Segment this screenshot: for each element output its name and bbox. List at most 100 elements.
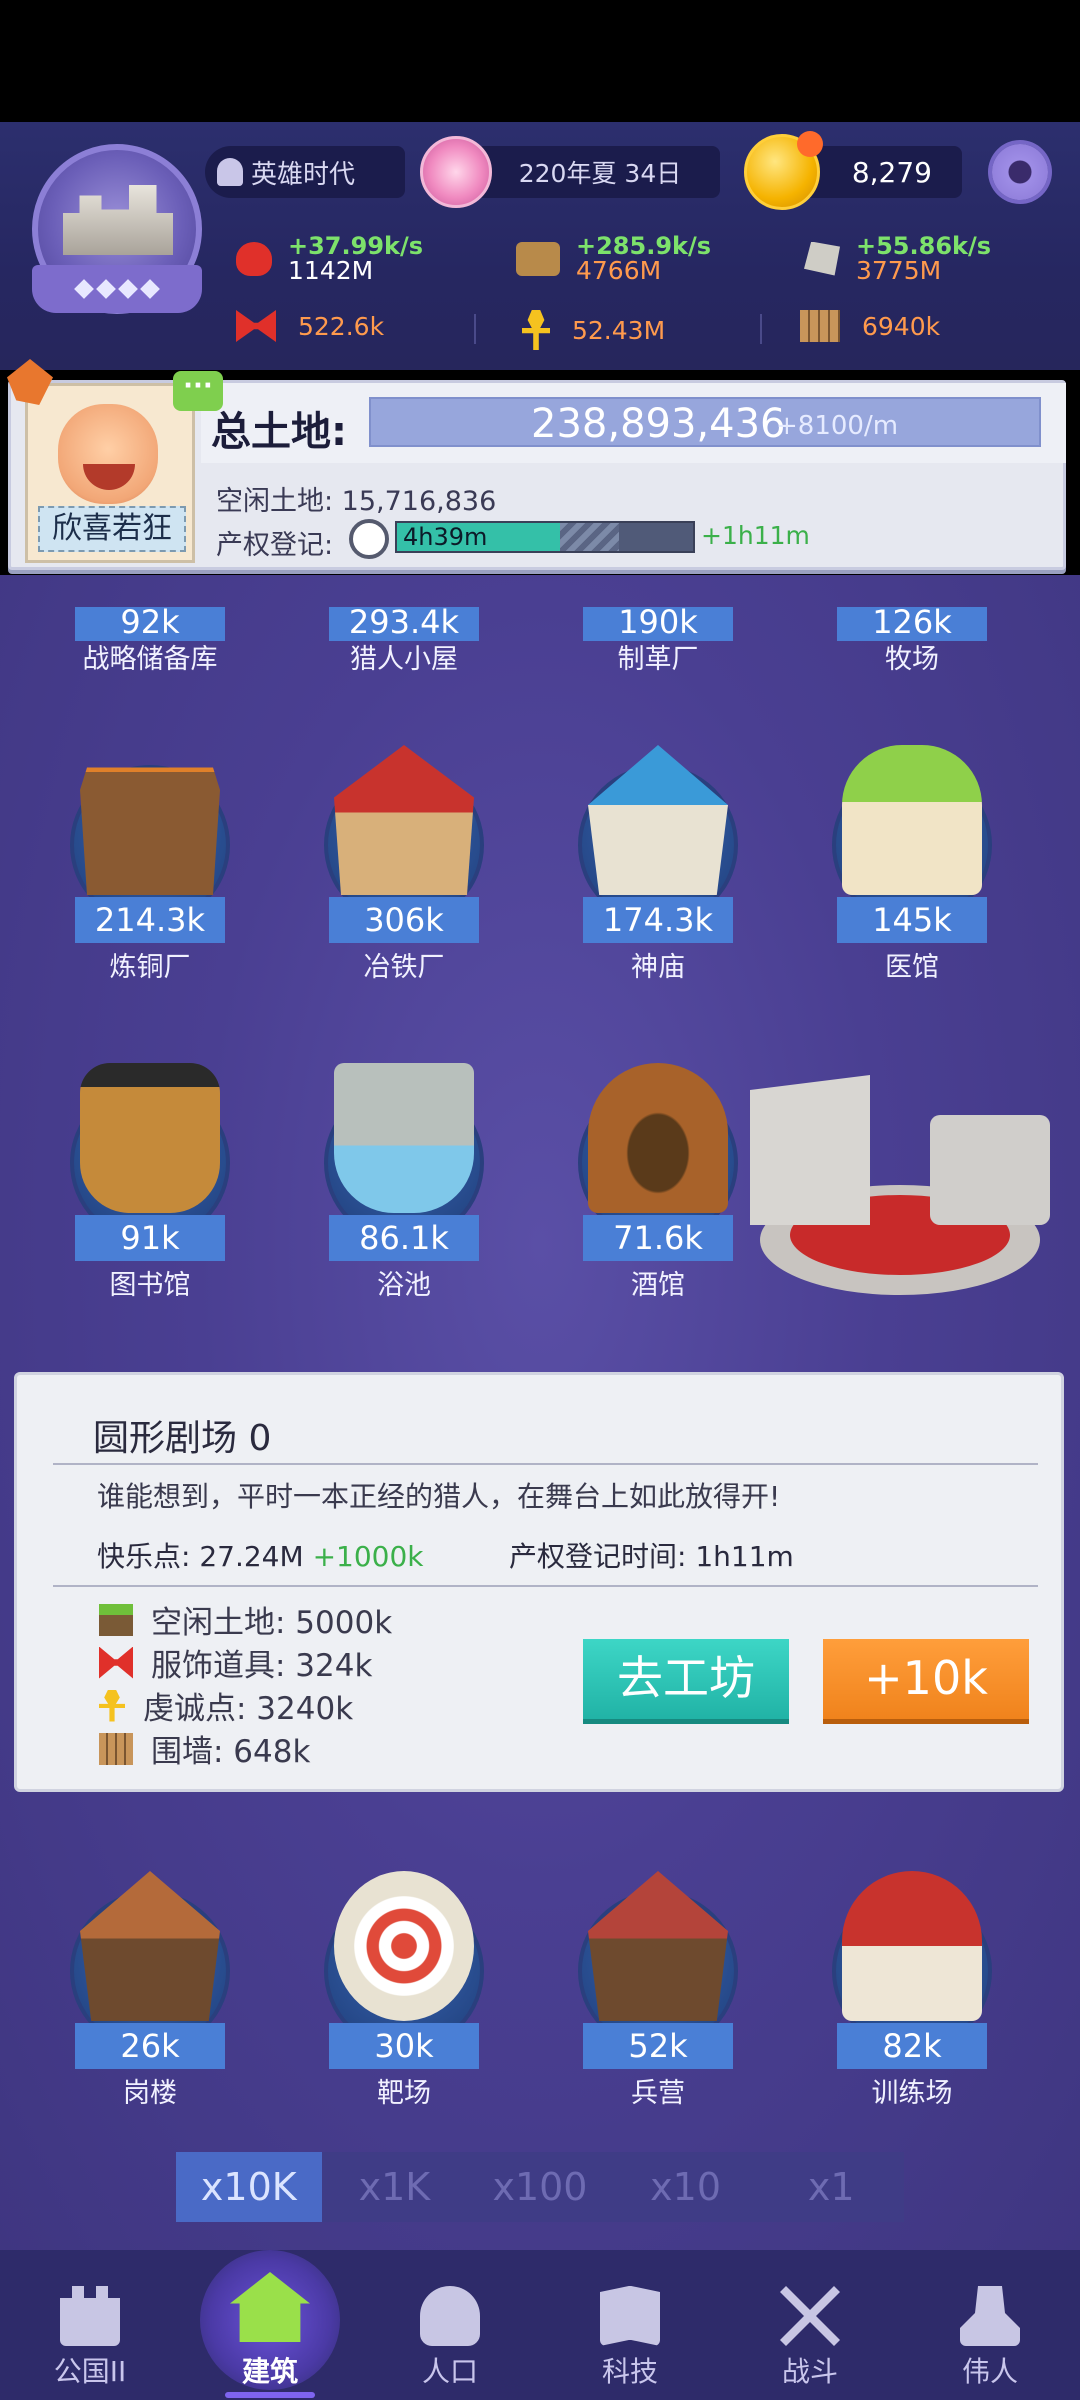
- castle-icon: [63, 185, 173, 255]
- ruler-portrait[interactable]: 欣喜若狂: [25, 383, 195, 563]
- gear-icon[interactable]: [992, 144, 1048, 200]
- stone-icon: [804, 241, 840, 276]
- wood-amount: 4766M: [576, 256, 662, 285]
- wood-icon: [516, 241, 560, 276]
- nav-label: 战斗: [781, 2355, 838, 2388]
- building-archery-range[interactable]: 30k 靶场: [304, 1851, 504, 2109]
- workshop-button[interactable]: 去工坊: [583, 1639, 789, 1719]
- build-plus-button[interactable]: +10k: [823, 1639, 1029, 1719]
- cost-row: 空闲土地: 5000k: [99, 1597, 392, 1642]
- multiplier-x10[interactable]: x10: [613, 2152, 759, 2222]
- coin-icon[interactable]: [744, 131, 823, 210]
- building-pasture[interactable]: 126k 牧场: [812, 606, 1012, 725]
- wood-rate: +285.9k/s: [576, 232, 712, 260]
- resource-header: 英雄时代 220年夏 34日 8,279 +37.99k/s 1142M +28…: [0, 122, 1080, 370]
- nav-buildings[interactable]: 建筑: [180, 2250, 360, 2400]
- nav-great-people[interactable]: 伟人: [900, 2250, 1080, 2400]
- registration-time: 4h39m: [403, 523, 488, 551]
- building-value: 174.3k: [583, 897, 733, 943]
- cost-text: 服饰道具: 324k: [151, 1648, 373, 1684]
- building-label: 神庙: [631, 952, 685, 983]
- total-land-value: 238,893,436: [531, 401, 786, 447]
- building-watchtower[interactable]: 26k 岗楼: [50, 1851, 250, 2109]
- wall-amount: 6940k: [862, 311, 941, 341]
- bowtie-icon: [99, 1646, 133, 1679]
- city-badge[interactable]: [32, 144, 202, 314]
- building-label: 酒馆: [631, 1270, 685, 1301]
- building-tannery[interactable]: 190k 制革厂: [558, 606, 758, 725]
- building-value: 145k: [837, 897, 987, 943]
- total-land-bar: 238,893,436 +8100/m: [369, 397, 1041, 447]
- stone-amount: 3775M: [856, 256, 942, 285]
- building-value: 126k: [837, 606, 987, 641]
- costume-amount: 522.6k: [298, 311, 385, 341]
- building-label: 岗楼: [123, 2078, 177, 2109]
- building-value: 52k: [583, 2023, 733, 2069]
- clinic-icon: [842, 745, 982, 895]
- fence-icon: [800, 310, 840, 342]
- idle-land: 空闲土地: 15,716,836: [216, 486, 497, 517]
- multiplier-x10k[interactable]: x10K: [176, 2152, 322, 2222]
- building-value: 26k: [75, 2023, 225, 2069]
- building-library[interactable]: 91k 图书馆: [50, 1043, 250, 1301]
- building-value: 190k: [583, 606, 733, 641]
- info-title: 圆形剧场 0: [93, 1418, 272, 1459]
- info-description: 谁能想到，平时一本正经的猎人，在舞台上如此放得开!: [97, 1480, 781, 1513]
- building-copper-smelter[interactable]: 214.3k 炼铜厂: [50, 725, 250, 983]
- nav-label: 伟人: [961, 2355, 1018, 2388]
- amphitheater-preview[interactable]: [740, 1055, 1060, 1295]
- copper-smelter-icon: [80, 767, 220, 895]
- person-icon: [420, 2286, 480, 2346]
- ankh-icon: [99, 1689, 125, 1722]
- multiplier-selector: x10K x1K x100 x10 x1: [176, 2152, 904, 2222]
- building-hunter-hut[interactable]: 293.4k 猎人小屋: [304, 606, 504, 725]
- cost-row: 虔诚点: 3240k: [99, 1683, 353, 1728]
- building-label: 炼铜厂: [109, 952, 191, 983]
- cost-text: 空闲土地: 5000k: [151, 1605, 393, 1641]
- building-value: 30k: [329, 2023, 479, 2069]
- building-label: 兵营: [631, 2078, 685, 2109]
- lotus-icon[interactable]: [420, 136, 492, 208]
- building-value: 92k: [75, 606, 225, 641]
- building-tavern[interactable]: 71.6k 酒馆: [558, 1043, 758, 1301]
- swords-icon: [780, 2286, 840, 2346]
- nav-duchy[interactable]: 公国II: [0, 2250, 180, 2400]
- building-value: 86.1k: [329, 1215, 479, 1261]
- watchtower-icon: [80, 1871, 220, 2021]
- building-bathhouse[interactable]: 86.1k 浴池: [304, 1043, 504, 1301]
- faith-amount: 52.43M: [572, 315, 666, 345]
- bust-icon: [960, 2286, 1020, 2346]
- multiplier-x100[interactable]: x100: [467, 2152, 613, 2222]
- apple-icon: [236, 241, 272, 276]
- resource-wood: +285.9k/s 4766M: [516, 234, 711, 283]
- multiplier-x1k[interactable]: x1K: [322, 2152, 468, 2222]
- nav-technology[interactable]: 科技: [540, 2250, 720, 2400]
- resource-costume: 522.6k: [236, 310, 384, 342]
- nav-battle[interactable]: 战斗: [720, 2250, 900, 2400]
- clock-icon: [349, 519, 389, 559]
- info-registration-time: 产权登记时间: 1h11m: [509, 1540, 794, 1573]
- building-barracks[interactable]: 52k 兵营: [558, 1851, 758, 2109]
- resource-wall: 6940k: [800, 310, 940, 342]
- target-icon: [334, 1871, 474, 2021]
- ankh-icon: [522, 310, 550, 350]
- building-value: 306k: [329, 897, 479, 943]
- building-training-ground[interactable]: 82k 训练场: [812, 1851, 1012, 2109]
- building-clinic[interactable]: 145k 医馆: [812, 725, 1012, 983]
- building-strategic-reserve[interactable]: 92k 战略储备库: [50, 606, 250, 725]
- cost-row: 围墙: 648k: [99, 1726, 310, 1771]
- multiplier-x1[interactable]: x1: [758, 2152, 904, 2222]
- building-temple[interactable]: 174.3k 神庙: [558, 725, 758, 983]
- era-pill[interactable]: 英雄时代: [205, 146, 405, 198]
- bowtie-icon: [236, 310, 276, 342]
- building-label: 训练场: [871, 2078, 953, 2109]
- building-value: 82k: [837, 2023, 987, 2069]
- resource-faith: 52.43M: [522, 310, 665, 350]
- food-amount: 1142M: [288, 256, 374, 285]
- stone-rate: +55.86k/s: [856, 232, 992, 260]
- building-info-panel: 圆形剧场 0 谁能想到，平时一本正经的猎人，在舞台上如此放得开! 快乐点: 27…: [14, 1372, 1064, 1792]
- info-happiness: 快乐点: 27.24M +1000k: [97, 1535, 424, 1575]
- building-iron-smelter[interactable]: 306k 冶铁厂: [304, 725, 504, 983]
- building-label: 牧场: [885, 644, 939, 675]
- nav-population[interactable]: 人口: [360, 2250, 540, 2400]
